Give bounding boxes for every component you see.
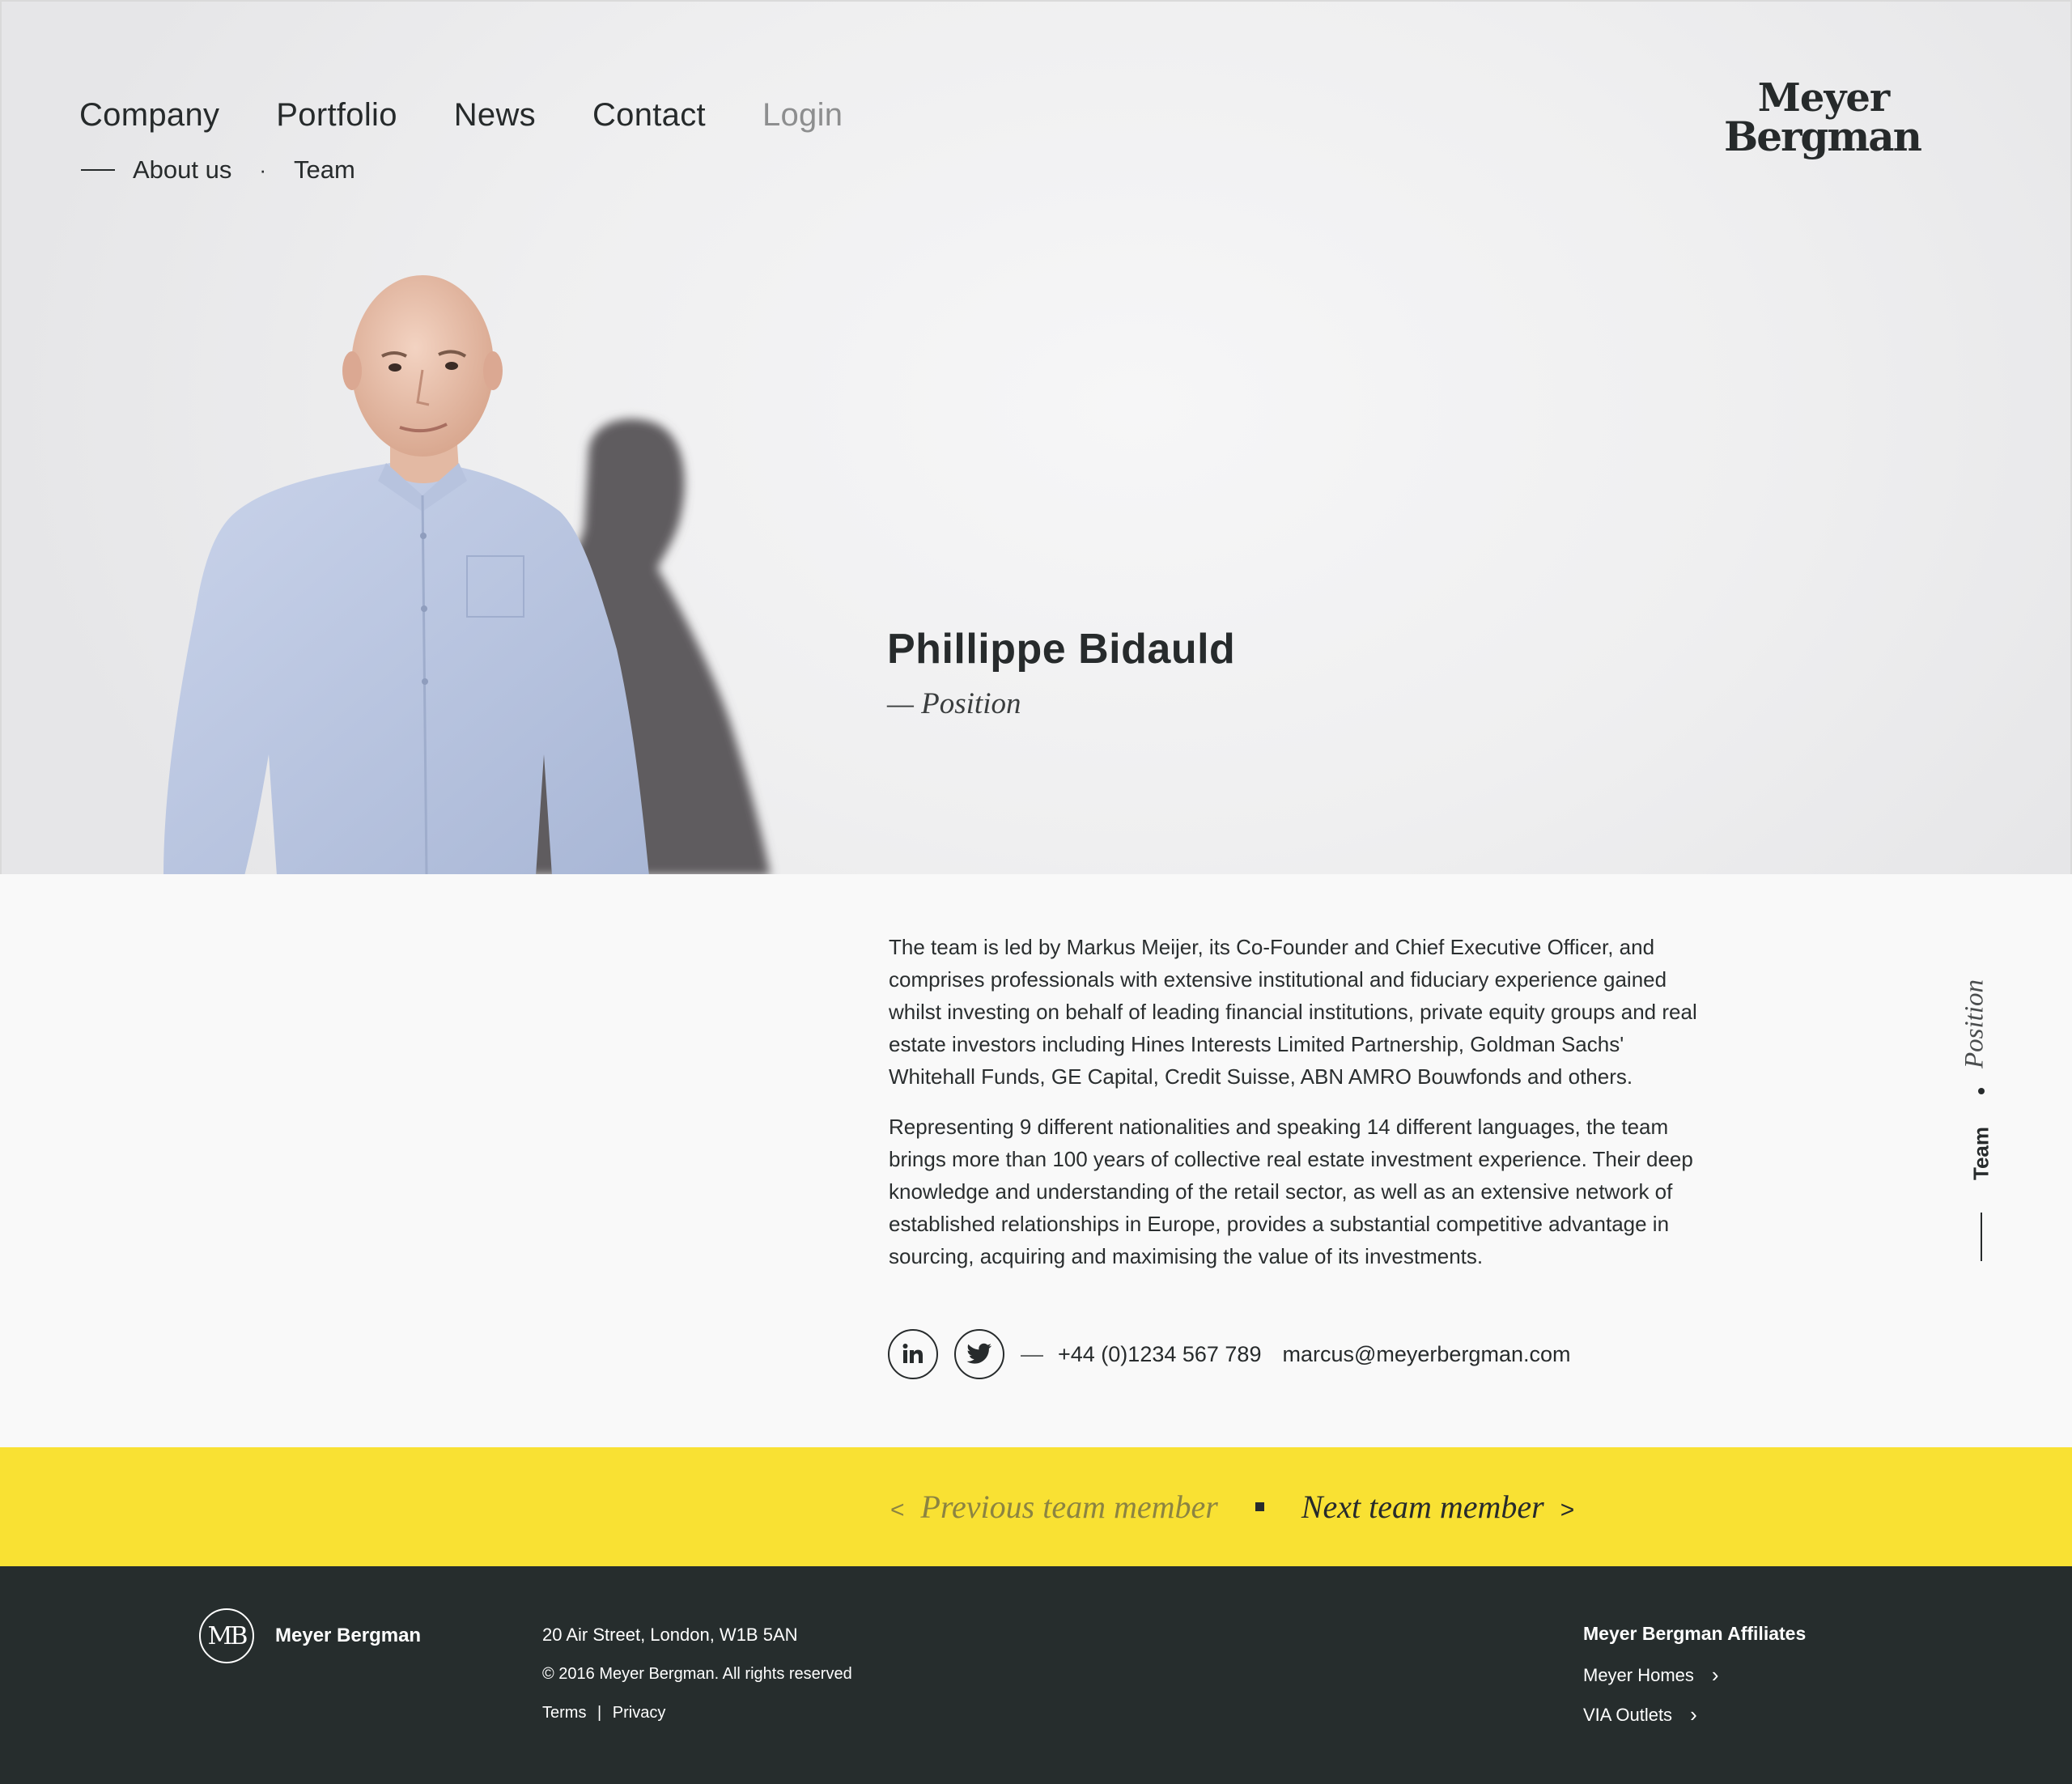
- email-address[interactable]: marcus@meyerbergman.com: [1282, 1342, 1570, 1367]
- vertical-position-text: Position: [1959, 979, 1989, 1069]
- vertical-team-label: Team: [1951, 1117, 2012, 1190]
- subnav-about-us[interactable]: About us: [133, 155, 231, 185]
- terms-link[interactable]: Terms: [542, 1704, 586, 1722]
- team-pager: < Previous team member Next team member …: [0, 1447, 2072, 1566]
- privacy-link[interactable]: Privacy: [613, 1704, 666, 1722]
- vertical-line: [1981, 1213, 1982, 1261]
- logo-line-1: Meyer: [1757, 75, 1890, 121]
- meyer-bergman-logo[interactable]: Meyer Bergman: [1724, 75, 1922, 160]
- affiliates-title: Meyer Bergman Affiliates: [1583, 1623, 1807, 1644]
- vertical-section-indicator: Position Team: [1951, 979, 2015, 1271]
- nav-contact[interactable]: Contact: [592, 97, 706, 134]
- contact-dash: —: [1021, 1341, 1043, 1366]
- bio-paragraph-1: The team is led by Markus Meijer, its Co…: [889, 935, 1697, 1089]
- vertical-dot: [1978, 1088, 1985, 1094]
- sub-nav: About us · Team: [81, 155, 355, 185]
- nav-login[interactable]: Login: [762, 97, 843, 134]
- affiliate-label: VIA Outlets: [1583, 1704, 1673, 1725]
- chevron-right-icon: ›: [1690, 1702, 1697, 1727]
- footer: MB Meyer Bergman 20 Air Street, London, …: [0, 1566, 2072, 1784]
- footer-copyright: © 2016 Meyer Bergman. All rights reserve…: [542, 1665, 852, 1683]
- footer-address: 20 Air Street, London, W1B 5AN: [542, 1625, 798, 1645]
- phone-number[interactable]: +44 (0)1234 567 789: [1058, 1342, 1261, 1367]
- contact-row: — +44 (0)1234 567 789 marcus@meyerbergma…: [888, 1329, 1591, 1379]
- chevron-right-icon: ›: [1711, 1663, 1719, 1687]
- portrait-image: [163, 275, 771, 874]
- bio-text: The team is led by Markus Meijer, its Co…: [889, 931, 1698, 1290]
- pager-inner: < Previous team member Next team member …: [890, 1447, 1574, 1566]
- legal-separator: |: [597, 1704, 602, 1722]
- linkedin-icon[interactable]: [888, 1329, 938, 1379]
- next-team-member-link[interactable]: Next team member >: [1301, 1488, 1574, 1526]
- person-position: — Position: [887, 687, 1021, 720]
- prev-label: Previous team member: [920, 1489, 1218, 1525]
- twitter-icon[interactable]: [954, 1329, 1004, 1379]
- subnav-dash: [81, 169, 115, 171]
- mb-logo-icon[interactable]: MB: [199, 1608, 254, 1663]
- pager-separator: [1255, 1502, 1264, 1511]
- person-name: Phillippe Bidauld: [887, 626, 1236, 673]
- logo-line-2: Bergman: [1724, 113, 1922, 160]
- nav-company[interactable]: Company: [79, 97, 219, 134]
- next-label: Next team member: [1301, 1489, 1544, 1525]
- vertical-team-text: Team: [1968, 1127, 1993, 1180]
- affiliate-via-outlets[interactable]: VIA Outlets ›: [1583, 1702, 1697, 1727]
- bio-paragraph-2: Representing 9 different nationalities a…: [889, 1115, 1693, 1268]
- hero-section: Company Portfolio News Contact Login Abo…: [0, 0, 2072, 874]
- affiliate-meyer-homes[interactable]: Meyer Homes ›: [1583, 1663, 1719, 1688]
- footer-legal-links: Terms | Privacy: [542, 1704, 665, 1722]
- nav-news[interactable]: News: [454, 97, 536, 134]
- next-arrow: >: [1560, 1497, 1575, 1523]
- subnav-separator: ·: [259, 157, 267, 182]
- affiliate-label: Meyer Homes: [1583, 1664, 1694, 1685]
- twitter-glyph: [966, 1343, 991, 1364]
- main-nav: Company Portfolio News Contact Login: [79, 97, 843, 134]
- footer-brand: Meyer Bergman: [275, 1625, 422, 1646]
- vertical-position-label: Position: [1951, 979, 1999, 1068]
- linkedin-glyph: [902, 1344, 923, 1363]
- subnav-team[interactable]: Team: [294, 155, 355, 185]
- prev-arrow: <: [890, 1497, 905, 1523]
- nav-portfolio[interactable]: Portfolio: [276, 97, 397, 134]
- previous-team-member-link[interactable]: < Previous team member: [890, 1488, 1218, 1526]
